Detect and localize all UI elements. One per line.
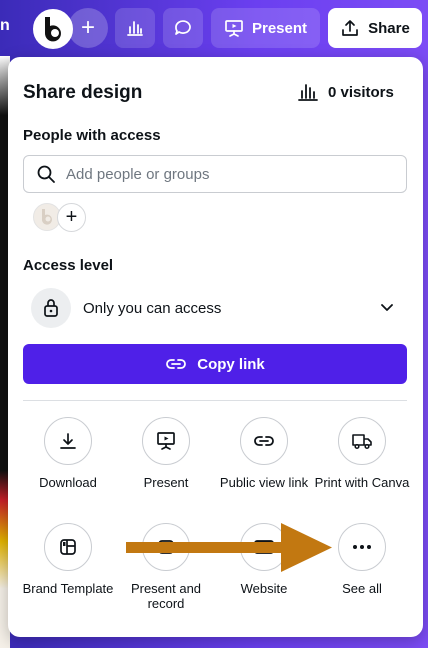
visitors-count: 0 visitors [328,83,394,101]
present-icon [225,20,243,37]
comment-icon [175,20,191,35]
option-label: Print with Canva [314,475,410,490]
insights-button[interactable] [115,8,155,48]
visitors-button[interactable]: 0 visitors [298,83,394,101]
add-people-input[interactable] [66,165,386,183]
user-avatar[interactable] [33,9,73,49]
design-title-fragment[interactable]: n [0,17,10,35]
divider [23,400,407,401]
option-brand-template[interactable]: Brand Template [18,523,118,596]
option-present[interactable]: Present [116,417,216,490]
option-label: Present [143,475,189,490]
access-level-dropdown[interactable]: Only you can access [23,287,407,329]
option-label: Brand Template [22,581,114,596]
lock-icon [44,299,58,317]
present-button-label: Present [251,19,308,37]
plus-icon: + [65,206,78,228]
option-label: See all [342,581,382,596]
lock-badge [31,288,71,328]
search-icon [37,165,55,183]
more-icon [338,523,386,571]
people-with-access-label: People with access [23,127,161,144]
add-people-field[interactable] [23,155,407,193]
option-label: Download [39,475,97,490]
plus-icon: + [80,14,95,41]
present-button[interactable]: Present [211,8,320,48]
copy-link-label: Copy link [197,355,265,373]
panel-title: Share design [23,82,143,103]
link-icon [166,359,187,369]
template-icon [44,523,92,571]
avatar-logo-icon [35,11,71,47]
add-person-button[interactable]: + [57,203,86,232]
chevron-down-icon [381,304,393,311]
access-level-label: Access level [23,257,114,274]
bar-chart-icon [127,21,143,36]
annotation-arrow-icon [126,523,332,572]
people-list: + [33,203,93,233]
option-print-with-canva[interactable]: Print with Canva [312,417,412,490]
upload-icon [342,20,358,36]
link-icon [240,417,288,465]
access-level-value: Only you can access [83,299,222,317]
truck-icon [338,417,386,465]
comment-button[interactable] [163,8,203,48]
option-label: Website [240,581,288,596]
download-icon [44,417,92,465]
bar-chart-icon [298,84,318,101]
add-collaborator-button[interactable]: + [68,8,108,48]
share-button[interactable]: Share [328,8,422,48]
present-icon [142,417,190,465]
option-label: Present and record [130,581,202,611]
copy-link-button[interactable]: Copy link [23,344,407,384]
top-bar: n + Present Share [0,0,428,56]
option-label: Public view link [219,475,309,490]
option-public-view-link[interactable]: Public view link [214,417,314,490]
share-button-label: Share [368,19,410,37]
option-download[interactable]: Download [18,417,118,490]
